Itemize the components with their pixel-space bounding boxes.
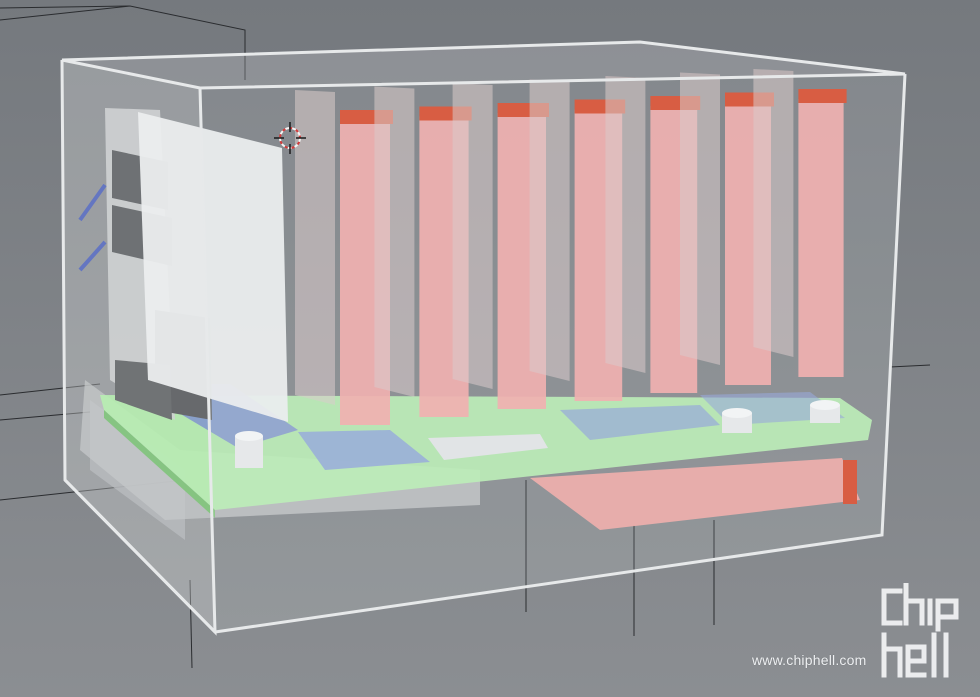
- 3d-viewport[interactable]: www.chiphell.com: [0, 0, 980, 697]
- chiphell-logo: [881, 583, 959, 678]
- case-3d-render: [0, 0, 980, 697]
- watermark-url: www.chiphell.com: [752, 652, 867, 668]
